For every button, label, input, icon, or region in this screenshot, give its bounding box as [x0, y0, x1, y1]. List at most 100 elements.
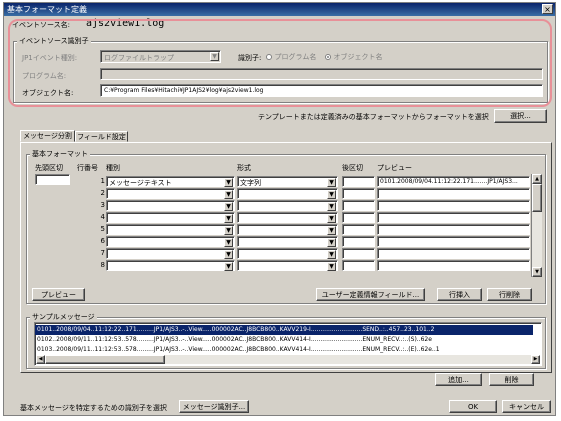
- row-number: 6: [100, 237, 105, 245]
- chevron-down-icon: ▼: [327, 214, 336, 223]
- row-number: 1: [100, 177, 105, 185]
- col-head-delim: 先頭区切: [35, 164, 63, 172]
- sample-message-list[interactable]: 0101..2008/09/04..11:12:22..171.........…: [34, 322, 542, 366]
- message-identifier-button[interactable]: メッセージ識別子...: [179, 400, 249, 413]
- chevron-down-icon: ▼: [224, 178, 233, 187]
- preview-field[interactable]: [377, 200, 530, 211]
- delete-sample-button[interactable]: 削除: [489, 373, 534, 386]
- format-row: 8 ▼ ▼: [4, 260, 555, 272]
- preview-value: 0101.2008/09/04.11:12:22.171.......JP1/A…: [380, 178, 518, 185]
- tail-delim-input[interactable]: [342, 176, 375, 187]
- sample-message-row[interactable]: 0101..2008/09/04..11:12:22..171.........…: [35, 325, 533, 335]
- col-format: 形式: [237, 164, 251, 172]
- tail-delim-input[interactable]: [342, 224, 375, 235]
- close-button[interactable]: ×: [542, 4, 553, 14]
- format-row: 4 ▼ ▼: [4, 212, 555, 224]
- format-row: 1 メッセージテキスト ▼ 文字列 ▼ 0101.2008/09/04.11:12:22.…: [4, 176, 555, 188]
- chevron-down-icon: ▼: [224, 202, 233, 211]
- tab-field-settings[interactable]: フィールド設定: [75, 131, 128, 142]
- type-select[interactable]: ▼: [106, 248, 235, 259]
- format-row: 3 ▼ ▼: [4, 200, 555, 212]
- chevron-down-icon: ▼: [224, 262, 233, 271]
- row-number: 3: [100, 201, 105, 209]
- chevron-down-icon: ▼: [224, 238, 233, 247]
- format-select[interactable]: ▼: [237, 260, 338, 271]
- delete-row-button[interactable]: 行削除: [487, 288, 532, 301]
- type-select[interactable]: ▼: [106, 200, 235, 211]
- type-value: メッセージテキスト: [109, 179, 172, 187]
- scroll-left-icon[interactable]: ◀: [36, 355, 45, 364]
- chevron-down-icon: ▼: [224, 214, 233, 223]
- tab-message-split[interactable]: メッセージ分割: [20, 130, 75, 142]
- preview-field[interactable]: [377, 212, 530, 223]
- preview-field[interactable]: [377, 236, 530, 247]
- tail-delim-input[interactable]: [342, 260, 375, 271]
- tail-delim-input[interactable]: [342, 212, 375, 223]
- type-select[interactable]: ▼: [106, 260, 235, 271]
- row-number: 8: [100, 261, 105, 269]
- ok-button[interactable]: OK: [449, 400, 497, 413]
- highlight-box: [8, 19, 552, 107]
- row-number: 2: [100, 189, 105, 197]
- row-number: 7: [100, 249, 105, 257]
- chevron-down-icon: ▼: [327, 202, 336, 211]
- sample-message-row[interactable]: 0102..2008/09/11..11:12:53..578.........…: [35, 335, 533, 345]
- format-select[interactable]: ▼: [237, 200, 338, 211]
- scroll-right-icon[interactable]: ▶: [531, 355, 540, 364]
- select-button[interactable]: 選択...: [494, 109, 547, 123]
- chevron-down-icon: ▼: [224, 226, 233, 235]
- format-select[interactable]: ▼: [237, 212, 338, 223]
- row-number: 4: [100, 213, 105, 221]
- user-field-button[interactable]: ユーザー定義情報フィールド...: [316, 288, 425, 301]
- preview-field[interactable]: [377, 260, 530, 271]
- tail-delim-input[interactable]: [342, 248, 375, 259]
- format-row: 6 ▼ ▼: [4, 236, 555, 248]
- scrollbar-vertical[interactable]: ▲ ▼: [531, 174, 542, 277]
- format-value: 文字列: [240, 179, 261, 187]
- chevron-down-icon: ▼: [327, 190, 336, 199]
- tail-delim-input[interactable]: [342, 188, 375, 199]
- type-select[interactable]: ▼: [106, 212, 235, 223]
- sample-message-row[interactable]: 0103..2008/09/11..11:12:53..578.........…: [35, 345, 533, 355]
- insert-row-button[interactable]: 行挿入: [437, 288, 482, 301]
- chevron-down-icon: ▼: [327, 238, 336, 247]
- row-number: 5: [100, 225, 105, 233]
- format-select[interactable]: ▼: [237, 188, 338, 199]
- type-select[interactable]: ▼: [106, 224, 235, 235]
- chevron-down-icon: ▼: [327, 250, 336, 259]
- scroll-down-icon[interactable]: ▼: [532, 267, 542, 277]
- scroll-thumb[interactable]: [532, 184, 542, 212]
- preview-field[interactable]: 0101.2008/09/04.11:12:22.171.......JP1/A…: [377, 176, 530, 187]
- type-select[interactable]: ▼: [106, 188, 235, 199]
- scroll-thumb-horizontal[interactable]: [45, 355, 165, 364]
- add-sample-button[interactable]: 追加...: [435, 373, 482, 386]
- type-select[interactable]: メッセージテキスト ▼: [106, 176, 235, 187]
- col-line-number: 行番号: [77, 164, 98, 172]
- cancel-button[interactable]: キャンセル: [502, 400, 551, 413]
- tail-delim-input[interactable]: [342, 200, 375, 211]
- col-type: 種別: [106, 164, 120, 172]
- template-hint: テンプレートまたは定義済みの基本フォーマットからフォーマットを選択: [258, 113, 489, 121]
- preview-button[interactable]: プレビュー: [32, 288, 85, 301]
- format-select[interactable]: ▼: [237, 224, 338, 235]
- format-select[interactable]: 文字列 ▼: [237, 176, 338, 187]
- basic-format-title: 基本フォーマット: [30, 149, 90, 159]
- type-select[interactable]: ▼: [106, 236, 235, 247]
- sample-message-title: サンプルメッセージ: [30, 312, 97, 322]
- tail-delim-input[interactable]: [342, 236, 375, 247]
- format-select[interactable]: ▼: [237, 248, 338, 259]
- title-bar: 基本フォーマット定義 ×: [4, 3, 555, 16]
- chevron-down-icon: ▼: [327, 178, 336, 187]
- col-tail-delim: 後区切: [342, 164, 363, 172]
- scroll-up-icon[interactable]: ▲: [532, 174, 542, 184]
- format-select[interactable]: ▼: [237, 236, 338, 247]
- preview-field[interactable]: [377, 188, 530, 199]
- chevron-down-icon: ▼: [224, 190, 233, 199]
- chevron-down-icon: ▼: [327, 262, 336, 271]
- identifier-hint: 基本メッセージを特定するための識別子を選択: [20, 404, 167, 412]
- window-title: 基本フォーマット定義: [7, 5, 87, 14]
- scrollbar-horizontal[interactable]: ◀ ▶: [36, 355, 540, 364]
- chevron-down-icon: ▼: [224, 250, 233, 259]
- preview-field[interactable]: [377, 248, 530, 259]
- preview-field[interactable]: [377, 224, 530, 235]
